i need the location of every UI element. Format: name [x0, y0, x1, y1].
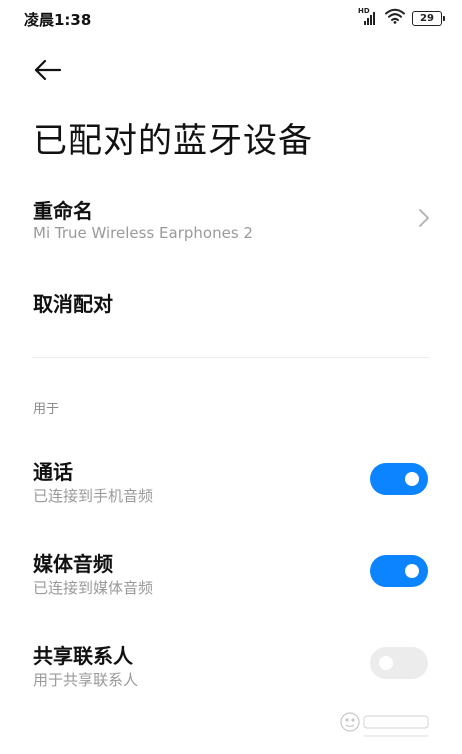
pref-subtitle: 用于共享联系人: [33, 671, 139, 689]
toggle-knob: [405, 472, 419, 486]
pref-title: 通话: [33, 460, 73, 484]
device-name: Mi True Wireless Earphones 2: [33, 224, 253, 242]
wifi-icon: [385, 8, 405, 28]
battery-icon: 29: [412, 10, 445, 26]
toggle-knob: [379, 656, 393, 670]
status-time: 凌晨1:38: [24, 11, 92, 29]
section-header: 用于: [33, 402, 60, 417]
call-toggle[interactable]: [370, 463, 428, 495]
status-icons: HD 29: [358, 7, 445, 28]
toggle-knob: [405, 564, 419, 578]
pref-title: 共享联系人: [33, 644, 133, 668]
status-bar: 凌晨1:38 HD 29: [0, 0, 462, 36]
pref-subtitle: 已连接到媒体音频: [33, 579, 154, 597]
pref-row-call[interactable]: 通话 已连接到手机音频: [0, 448, 462, 512]
chevron-right-icon: [418, 208, 430, 228]
watermark-logo: [336, 708, 436, 744]
media-audio-toggle[interactable]: [370, 555, 428, 587]
pref-row-share-contacts[interactable]: 共享联系人 用于共享联系人: [0, 632, 462, 696]
back-button[interactable]: [32, 56, 64, 84]
divider: [32, 357, 429, 358]
rename-label: 重命名: [33, 199, 93, 223]
page-title: 已配对的蓝牙设备: [33, 121, 313, 161]
rename-row[interactable]: 重命名 Mi True Wireless Earphones 2: [0, 186, 462, 252]
signal-icon: HD: [358, 7, 378, 27]
arrow-left-icon: [32, 59, 64, 88]
unpair-label: 取消配对: [33, 292, 113, 316]
pref-row-media-audio[interactable]: 媒体音频 已连接到媒体音频: [0, 540, 462, 604]
pref-title: 媒体音频: [33, 552, 113, 576]
unpair-button[interactable]: 取消配对: [0, 280, 462, 324]
share-contacts-toggle[interactable]: [370, 647, 428, 679]
battery-level: 29: [420, 12, 434, 24]
pref-subtitle: 已连接到手机音频: [33, 487, 154, 505]
